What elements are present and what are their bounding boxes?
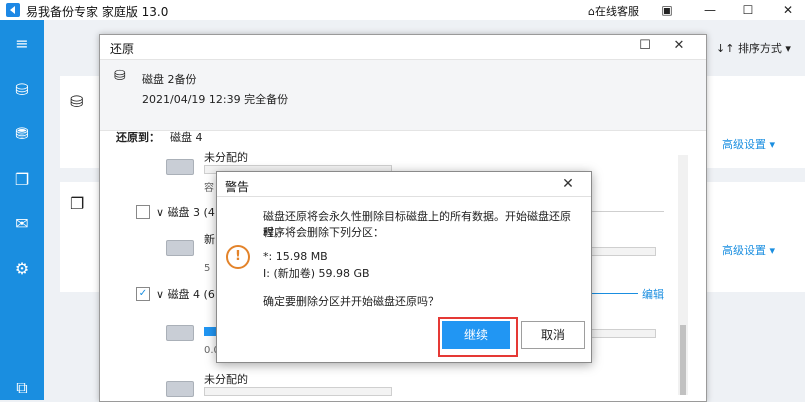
disk3-usage-bar [590,247,656,256]
restore-window-title: 还原 [110,42,135,56]
disk4-usage-bar [204,327,216,336]
backup-disk-icon: ⛁ [114,68,126,84]
app-titlebar: 易我备份专家 家庭版 13.0 ⌂在线客服 ▣ — ☐ ✕ [0,0,805,21]
disk3-partition-icon [166,240,194,256]
disk4-row[interactable]: ∨ 磁盘 4 (6 [156,286,215,302]
partition-size-stub: 容 [204,183,214,194]
disk3-partition-size: 5 [204,263,211,274]
unallocated-icon [166,381,194,397]
disk4-partition-icon [166,325,194,341]
app-title: 易我备份专家 家庭版 13.0 [26,5,169,19]
disk4-usage-bar-right [590,329,656,338]
system-backup-icon[interactable]: ⛃ [10,122,34,146]
close-icon[interactable]: ✕ [775,1,801,19]
menu-icon[interactable]: ▣ [654,1,680,19]
source-detail: 2021/04/19 12:39 完全备份 [142,93,289,106]
disk-backup-icon[interactable]: ⛁ [10,78,34,102]
edit-link[interactable]: 编辑 [642,286,664,302]
target-list-scroll-thumb[interactable] [680,325,686,395]
app-logo-icon [6,3,20,17]
online-service-link[interactable]: ⌂在线客服 [588,3,639,19]
partition-label: 未分配的 [204,151,248,164]
maximize-icon[interactable]: ☐ [735,1,761,19]
disk3-partition-label: 新 [204,233,215,246]
disk4-checkbox[interactable]: ✓ [136,287,150,301]
continue-button[interactable]: 继续 [442,321,510,349]
advanced-settings-link-1[interactable]: 高级设置 ▾ [722,136,775,152]
edit-underline [590,293,638,294]
disk3-row[interactable]: ∨ 磁盘 3 (4 [156,204,215,220]
sort-label: 排序方式 [737,42,782,55]
sidebar: ≡ ⛁ ⛃ ❐ ✉ ⚙ ⧉ [0,20,44,400]
sort-button[interactable]: ↓↑ 排序方式 ▾ [716,40,791,56]
clone-icon[interactable]: ⧉ [10,376,34,400]
advanced-settings-link-2[interactable]: 高级设置 ▾ [722,242,775,258]
disk-icon: ⛁ [70,92,84,111]
unallocated-label: 未分配的 [204,373,248,386]
disk3-checkbox[interactable] [136,205,150,219]
partition-to-delete-1: *: 15.98 MB [263,250,328,263]
restore-close-icon[interactable]: ✕ [668,37,690,55]
tools-icon[interactable]: ⚙ [10,257,34,281]
file-backup-icon[interactable]: ❐ [10,168,34,192]
restore-to-value: 磁盘 4 [170,131,203,144]
online-service-label: 在线客服 [594,5,639,18]
warning-dialog: 警告 ✕ ! 磁盘还原将会永久性删除目标磁盘上的所有数据。开始磁盘还原时， 程序… [216,171,592,363]
hamburger-menu-icon[interactable]: ≡ [10,32,34,56]
warning-message-line2: 程序将会删除下列分区： [263,226,384,239]
cancel-button[interactable]: 取消 [521,321,585,349]
partition-icon [166,159,194,175]
mail-backup-icon[interactable]: ✉ [10,212,34,236]
warning-close-icon[interactable]: ✕ [557,175,579,193]
restore-source-header: ⛁ 磁盘 2备份 2021/04/19 12:39 完全备份 [100,59,706,131]
warning-title: 警告 [225,180,250,194]
file-icon: ❐ [70,194,85,213]
restore-maximize-icon[interactable]: ☐ [634,37,656,55]
warning-icon: ! [226,245,250,269]
minimize-icon[interactable]: — [697,1,723,19]
warning-title-divider [217,196,591,197]
unallocated-usage-bar [204,387,392,396]
restore-to-label: 还原到： [116,131,160,144]
warning-question: 确定要删除分区并开始磁盘还原吗？ [263,295,439,308]
source-name: 磁盘 2备份 [142,73,197,86]
partition-to-delete-2: I: (新加卷) 59.98 GB [263,267,370,280]
